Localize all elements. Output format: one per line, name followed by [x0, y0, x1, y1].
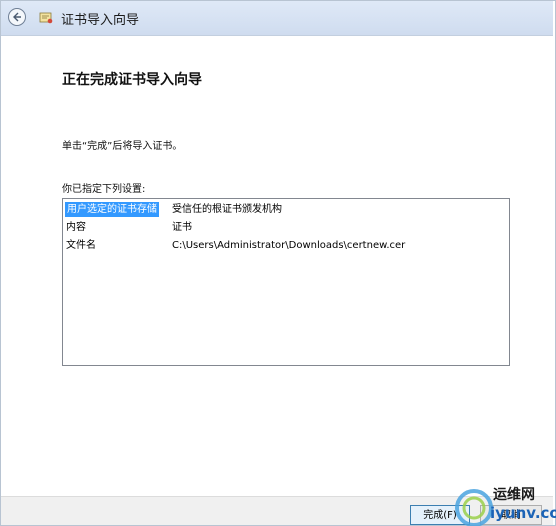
title-bar: 证书导入向导: [1, 1, 553, 36]
watermark-domain: iyunv.com: [490, 504, 556, 522]
watermark-brand: 运维网: [493, 487, 535, 503]
arrow-left-icon: [13, 12, 21, 22]
settings-key: 文件名: [66, 240, 96, 251]
settings-value: C:\Users\Administrator\Downloads\certnew…: [172, 240, 406, 251]
settings-value: 受信任的根证书颁发机构: [172, 204, 282, 215]
back-button[interactable]: [8, 8, 26, 26]
settings-key: 内容: [66, 222, 86, 233]
info-text: 单击“完成”后将导入证书。: [62, 141, 183, 152]
settings-label: 你已指定下列设置:: [62, 184, 146, 195]
window-title: 证书导入向导: [61, 13, 140, 28]
settings-key: 用户选定的证书存储: [65, 202, 159, 217]
page-heading: 正在完成证书导入向导: [62, 72, 202, 88]
settings-list[interactable]: 用户选定的证书存储 受信任的根证书颁发机构 内容 证书 文件名 C:\Users…: [62, 198, 510, 366]
certificate-icon: [39, 12, 53, 24]
settings-value: 证书: [172, 222, 192, 233]
